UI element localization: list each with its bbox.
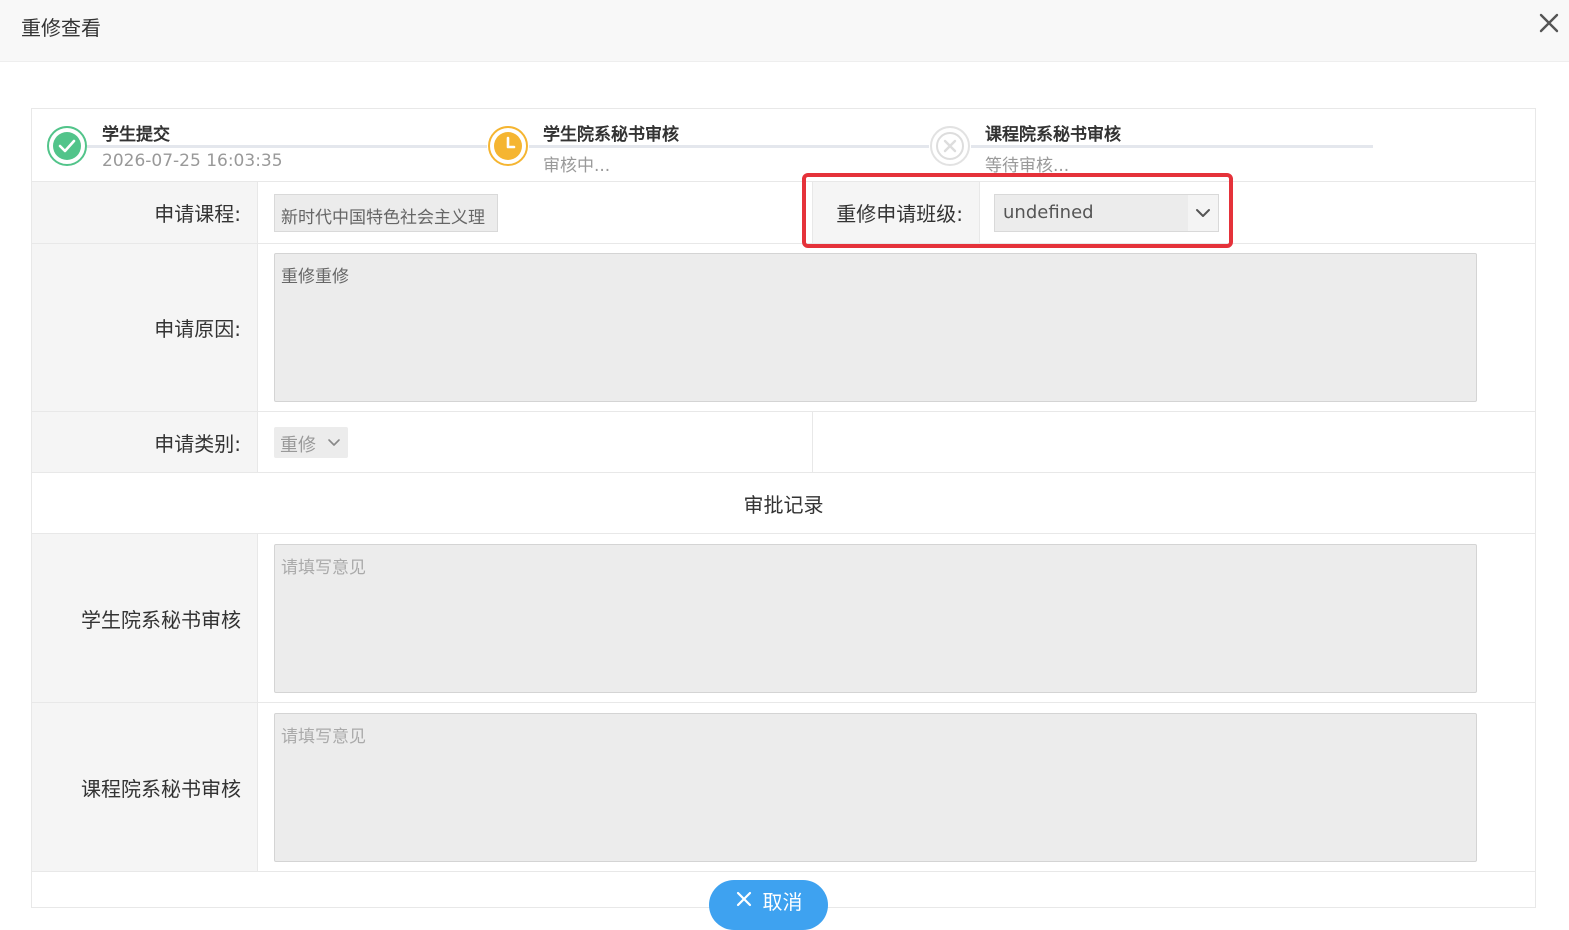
reason-label: 申请原因:: [32, 244, 258, 411]
course-dept-review-row: 课程院系秘书审核 请填写意见: [32, 702, 1535, 871]
course-dept-label: 课程院系秘书审核: [32, 703, 258, 871]
course-dept-opinion-textarea[interactable]: 请填写意见: [274, 713, 1477, 862]
step-subtitle: 等待审核...: [985, 156, 1070, 176]
course-row: 申请课程: 新时代中国特色社会主义理 重修申请班级: undefined: [32, 181, 1535, 243]
step-connector: [529, 145, 929, 148]
step-connector: [87, 145, 487, 148]
form-panel: 学生提交 2026-07-25 16:03:35 学生院系秘书审核 审核中...…: [31, 108, 1536, 908]
approval-section-header: 审批记录: [32, 472, 1535, 533]
cancel-label: 取消: [762, 890, 803, 914]
close-icon[interactable]: [1535, 9, 1563, 37]
type-select[interactable]: 重修: [274, 427, 348, 458]
column-divider: [812, 412, 813, 473]
check-circle-icon: [47, 126, 87, 166]
reason-textarea[interactable]: 重修重修: [274, 253, 1477, 402]
step-title: 课程院系秘书审核: [985, 125, 1121, 145]
type-label: 申请类别:: [32, 412, 258, 472]
step-subtitle: 审核中...: [543, 156, 611, 176]
student-dept-label: 学生院系秘书审核: [32, 534, 258, 702]
reason-row: 申请原因: 重修重修: [32, 243, 1535, 411]
clock-icon: [488, 126, 528, 166]
close-icon: [735, 889, 753, 913]
step-subtitle: 2026-07-25 16:03:35: [102, 151, 283, 171]
course-label: 申请课程:: [32, 182, 258, 243]
class-label: 重修申请班级:: [812, 182, 980, 243]
x-circle-icon: [930, 126, 970, 166]
cancel-button[interactable]: 取消: [709, 880, 828, 930]
dialog-title: 重修查看: [21, 16, 101, 40]
step-title: 学生院系秘书审核: [543, 125, 679, 145]
dialog-header: 重修查看: [0, 0, 1569, 62]
student-dept-review-row: 学生院系秘书审核 请填写意见: [32, 533, 1535, 702]
chevron-down-icon: [326, 433, 342, 457]
textarea-placeholder: 请填写意见: [281, 727, 366, 747]
step-title: 学生提交: [102, 125, 170, 145]
textarea-placeholder: 请填写意见: [281, 558, 366, 578]
step-connector: [971, 145, 1373, 148]
class-select-value: undefined: [1003, 202, 1094, 223]
course-field[interactable]: 新时代中国特色社会主义理: [274, 194, 498, 232]
student-dept-opinion-textarea[interactable]: 请填写意见: [274, 544, 1477, 693]
class-select[interactable]: undefined: [994, 194, 1219, 232]
chevron-down-icon[interactable]: [1188, 195, 1218, 231]
type-select-value: 重修: [280, 435, 316, 456]
section-title: 审批记录: [743, 492, 824, 517]
type-row: 申请类别: 重修: [32, 411, 1535, 473]
